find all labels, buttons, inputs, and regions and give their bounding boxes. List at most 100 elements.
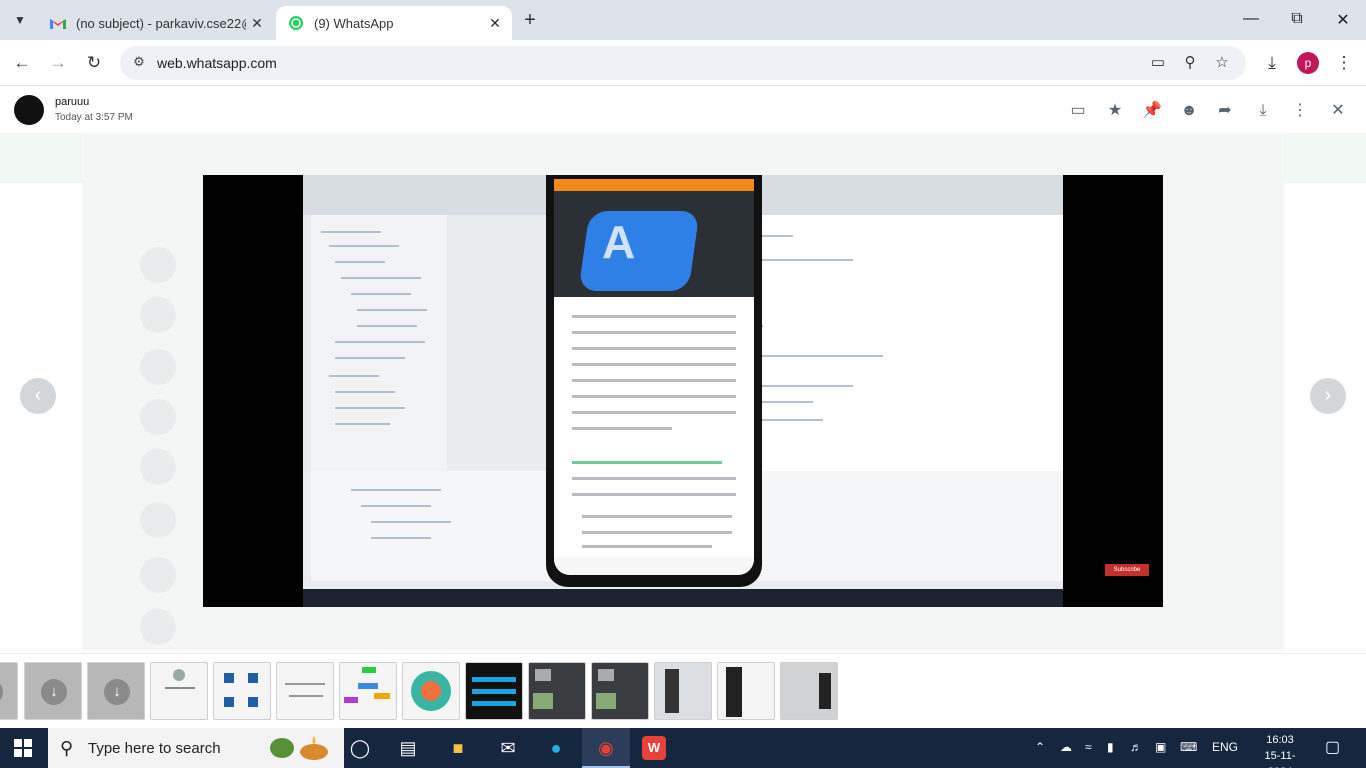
onedrive-icon[interactable]: ☁ [1060, 740, 1072, 754]
windows-taskbar: ⚲ Type here to search ◯ ▤ ■ ✉ ● ◉ W ⌃ ☁ … [0, 728, 1366, 768]
task-view-icon[interactable]: ▤ [396, 736, 420, 760]
volume-icon[interactable]: ♬ [1130, 740, 1142, 754]
site-settings-icon[interactable]: ⚙ [130, 54, 148, 72]
previous-media-button[interactable]: ‹ [20, 378, 56, 414]
new-tab-button[interactable]: + [518, 9, 542, 32]
app-store-icon [578, 211, 700, 291]
thumbnail[interactable] [780, 662, 838, 720]
clock[interactable]: 16:03 15-11-2024 [1254, 732, 1306, 768]
go-to-message-icon[interactable]: ▭ [1068, 101, 1088, 121]
notifications-icon[interactable]: ▢ [1325, 737, 1340, 757]
folder-icon: ■ [452, 738, 464, 758]
next-media-button[interactable]: › [1310, 378, 1346, 414]
download-icon: ↓ [104, 679, 130, 705]
thumbnail[interactable] [717, 662, 775, 720]
search-placeholder: Type here to search [88, 740, 221, 757]
camera-icon[interactable]: ▣ [1155, 740, 1166, 754]
article-image: A [554, 191, 754, 297]
inner-taskbar [303, 589, 1063, 607]
star-icon[interactable]: ★ [1105, 101, 1125, 121]
ide-project-tree [311, 215, 447, 475]
show-hidden-icons[interactable]: ⌃ [1035, 740, 1045, 754]
minimize-icon[interactable]: — [1241, 10, 1261, 28]
phone-screen: A [554, 179, 754, 575]
tab-gmail[interactable]: (no subject) - parkaviv.cse22@ ✕ [38, 6, 274, 40]
pin-icon[interactable]: 📌 [1142, 101, 1162, 121]
thumbnail[interactable] [654, 662, 712, 720]
chrome-icon: ◉ [598, 738, 614, 758]
close-tab-icon[interactable]: ✕ [484, 15, 506, 32]
address-bar[interactable]: ⚙ web.whatsapp.com ▭ ⚲ ☆ [120, 46, 1246, 80]
zoom-icon[interactable]: ⚲ [1180, 53, 1200, 73]
battery-icon[interactable]: ▮ [1107, 740, 1114, 754]
thumbnail[interactable] [528, 662, 586, 720]
tab-whatsapp[interactable]: (9) WhatsApp ✕ [276, 6, 512, 40]
viewer-header: paruuu Today at 3:57 PM ▭ ★ 📌 ☻ ➦ ⤓ ⋮ ✕ [0, 87, 1366, 133]
wps-button[interactable]: W [630, 728, 678, 768]
thumbnail[interactable]: ↓ [87, 662, 145, 720]
keyboard-icon[interactable]: ⌨ [1180, 740, 1197, 754]
background-avatar [140, 609, 176, 645]
thumbnail[interactable]: ↓ [0, 662, 18, 720]
close-window-icon[interactable]: ✕ [1333, 10, 1353, 30]
media-image: A Subscribe [203, 175, 1163, 607]
tab-search-icon[interactable]: ▼ [8, 8, 32, 32]
download-icon: ↓ [0, 679, 3, 705]
file-explorer-button[interactable]: ■ [434, 728, 482, 768]
avatar[interactable] [14, 95, 44, 125]
windows-start-icon[interactable] [14, 739, 32, 757]
tab-title: (9) WhatsApp [314, 15, 394, 31]
browser-toolbar: ← → ↻ ⚙ web.whatsapp.com ▭ ⚲ ☆ ⤓ p ⋮ [0, 40, 1366, 86]
thumbnail[interactable] [213, 662, 271, 720]
download-icon: ↓ [41, 679, 67, 705]
sender-name: paruuu [55, 96, 90, 108]
restore-icon[interactable]: ⧉ [1287, 10, 1307, 28]
background-avatar [140, 297, 176, 333]
phone-status-bar [554, 179, 754, 191]
url-text: web.whatsapp.com [157, 55, 277, 71]
thumbnail[interactable] [591, 662, 649, 720]
thumbnail[interactable] [276, 662, 334, 720]
thumbnail[interactable] [402, 662, 460, 720]
bookmark-star-icon[interactable]: ☆ [1212, 53, 1232, 73]
search-highlight-icon [270, 736, 328, 760]
gmail-icon [50, 15, 66, 31]
reload-icon[interactable]: ↻ [83, 52, 105, 74]
forward-icon[interactable]: → [47, 52, 69, 74]
mail-icon: ✉ [500, 738, 516, 758]
phone-frame: A [546, 175, 762, 587]
thumbnail[interactable] [339, 662, 397, 720]
download-icon[interactable]: ⤓ [1253, 101, 1273, 121]
background-avatar [140, 557, 176, 593]
media-viewer: paruuu Today at 3:57 PM ▭ ★ 📌 ☻ ➦ ⤓ ⋮ ✕ [0, 87, 1366, 728]
chrome-button[interactable]: ◉ [582, 728, 630, 768]
close-icon[interactable]: ✕ [1328, 101, 1348, 121]
background-avatar [140, 502, 176, 538]
emoji-icon[interactable]: ☻ [1179, 101, 1199, 121]
language-indicator[interactable]: ENG [1212, 740, 1238, 754]
thumbnail[interactable]: ↓ [24, 662, 82, 720]
wps-icon: W [642, 736, 666, 760]
cortana-icon[interactable]: ◯ [348, 736, 372, 760]
background-avatar [140, 449, 176, 485]
profile-avatar[interactable]: p [1297, 52, 1319, 74]
close-tab-icon[interactable]: ✕ [246, 15, 268, 32]
background-avatar [140, 247, 176, 283]
thumbnail[interactable] [465, 662, 523, 720]
screenshot-content: A [303, 175, 1063, 607]
background-avatar [140, 399, 176, 435]
taskbar-search[interactable]: ⚲ Type here to search [48, 728, 344, 768]
forward-icon[interactable]: ➦ [1215, 101, 1235, 121]
downloads-icon[interactable]: ⤓ [1261, 52, 1283, 74]
back-icon[interactable]: ← [11, 52, 33, 74]
install-app-icon[interactable]: ▭ [1148, 53, 1168, 73]
thumbnail[interactable] [150, 662, 208, 720]
search-icon: ⚲ [60, 738, 74, 758]
mail-button[interactable]: ✉ [484, 728, 532, 768]
media-thumbnail-strip: ↓ ↓ ↓ [0, 653, 1366, 728]
more-options-icon[interactable]: ⋮ [1290, 101, 1310, 121]
message-time: Today at 3:57 PM [55, 112, 133, 123]
menu-icon[interactable]: ⋮ [1333, 52, 1355, 74]
wifi-icon[interactable]: ≈ [1085, 740, 1092, 754]
edge-button[interactable]: ● [532, 728, 580, 768]
